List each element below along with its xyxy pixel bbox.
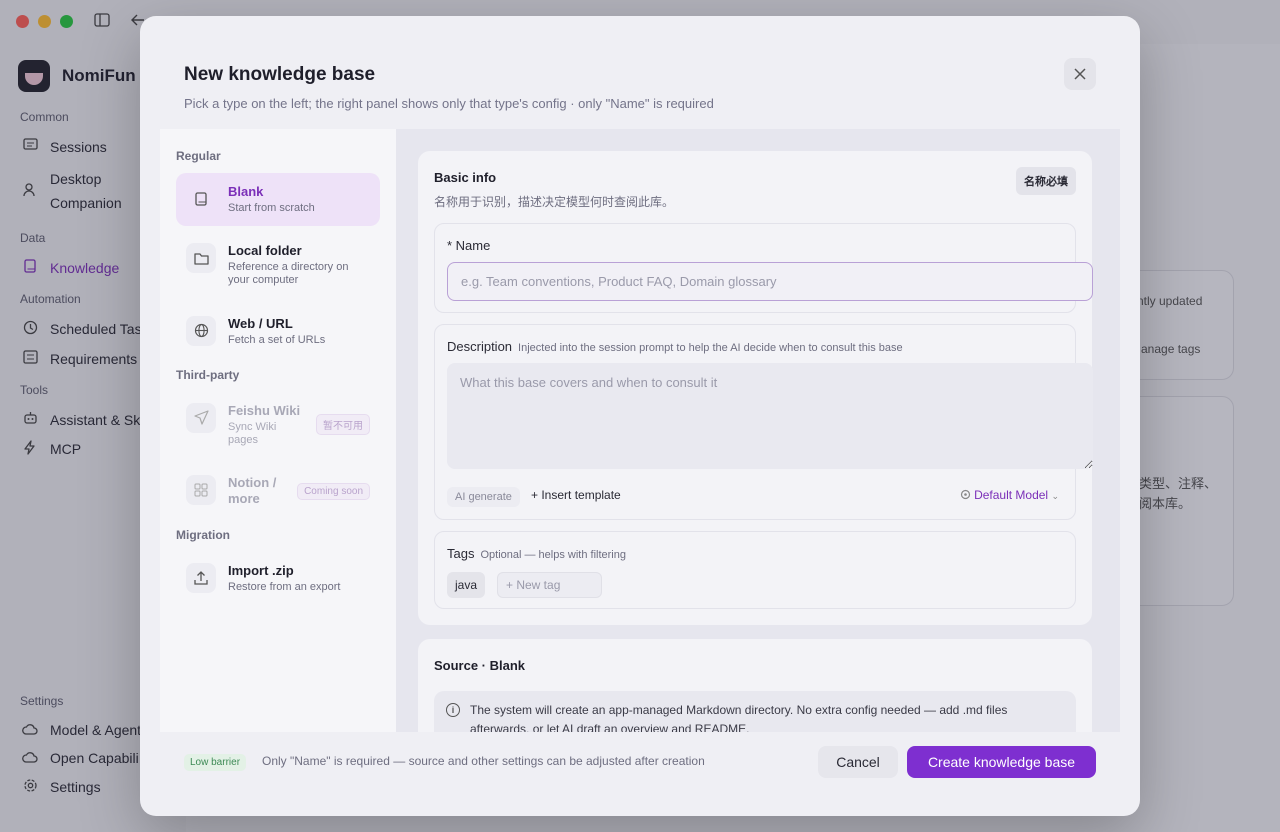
globe-icon	[186, 315, 216, 346]
name-required-badge: 名称必填	[1016, 167, 1076, 195]
name-section: * Name	[434, 223, 1093, 313]
tags-label-row: Tags Optional — helps with filtering	[447, 546, 626, 561]
tags-hint: Optional — helps with filtering	[480, 549, 626, 561]
config-panel: Basic info 名称用于识别，描述决定模型何时查阅此库。 名称必填 * N…	[396, 129, 1120, 732]
type-item-notion: Notion / more Coming soon	[176, 464, 380, 518]
model-icon	[960, 489, 970, 500]
new-knowledge-base-dialog: New knowledge base Pick a type on the le…	[140, 16, 1140, 816]
coming-soon-badge: Coming soon	[297, 482, 370, 500]
source-card: Source · Blank i The system will create …	[418, 639, 1092, 732]
description-hint: Injected into the session prompt to help…	[518, 342, 903, 354]
type-desc: Sync Wiki pages	[228, 420, 277, 446]
tags-label: Tags	[447, 546, 475, 561]
grid-icon	[186, 475, 216, 506]
chevron-down-icon: ⌄	[1051, 491, 1059, 501]
info-icon: i	[446, 703, 460, 717]
source-info-text: The system will create an app-managed Ma…	[470, 703, 1008, 732]
dialog-title: New knowledge base	[184, 64, 376, 85]
type-name: Web / URL	[228, 315, 293, 331]
description-label-row: Description Injected into the session pro…	[447, 339, 903, 354]
source-info-box: i The system will create an app-managed …	[434, 691, 1076, 732]
name-input[interactable]	[447, 262, 1093, 301]
book-icon	[186, 184, 216, 214]
new-tag-input[interactable]	[497, 572, 602, 598]
type-item-web-url[interactable]: Web / URL Fetch a set of URLs	[176, 305, 380, 358]
ai-generate-button[interactable]: AI generate	[447, 487, 520, 507]
dialog-footer: Low barrier Only "Name" is required — so…	[160, 732, 1120, 792]
basic-info-title: Basic info	[434, 170, 497, 185]
model-label: Default Model	[974, 488, 1049, 502]
type-name: Local folder	[228, 243, 302, 259]
type-name: Import .zip	[228, 563, 294, 579]
type-name: Feishu Wiki	[228, 402, 301, 418]
description-section: Description Injected into the session pro…	[434, 324, 1093, 520]
basic-info-card: Basic info 名称用于识别，描述决定模型何时查阅此库。 名称必填 * N…	[418, 151, 1093, 625]
tags-section: Tags Optional — helps with filtering java	[434, 531, 1076, 609]
description-label: Description	[447, 339, 513, 354]
type-item-local-folder[interactable]: Local folder Reference a directory on yo…	[176, 232, 380, 298]
type-item-feishu-wiki: Feishu Wiki Sync Wiki pages 暂不可用	[176, 392, 380, 458]
close-icon	[1074, 68, 1086, 80]
model-select[interactable]: Default Model ⌄	[960, 488, 1059, 502]
type-desc: Start from scratch	[228, 202, 315, 214]
upload-icon	[186, 563, 216, 594]
close-button[interactable]	[1064, 58, 1096, 90]
type-name: Notion / more	[228, 475, 277, 507]
cancel-button[interactable]: Cancel	[818, 746, 898, 778]
unavailable-badge: 暂不可用	[316, 414, 370, 436]
type-name: Blank	[228, 184, 264, 199]
send-icon	[186, 402, 216, 433]
description-textarea[interactable]	[447, 363, 1093, 469]
type-item-import-zip[interactable]: Import .zip Restore from an export	[176, 552, 380, 605]
type-desc: Reference a directory on your computer	[228, 261, 349, 287]
type-desc: Fetch a set of URLs	[228, 333, 326, 346]
insert-template-button[interactable]: + Insert template	[531, 488, 621, 502]
basic-info-desc: 名称用于识别，描述决定模型何时查阅此库。	[434, 195, 675, 209]
type-desc: Restore from an export	[228, 581, 341, 594]
folder-icon	[186, 243, 216, 274]
dialog-header: New knowledge base Pick a type on the le…	[140, 16, 1140, 129]
create-knowledge-base-button[interactable]: Create knowledge base	[907, 746, 1096, 778]
dialog-subtitle: Pick a type on the left; the right panel…	[184, 96, 714, 111]
tag-chip[interactable]: java	[447, 572, 486, 598]
source-title: Source · Blank	[434, 658, 526, 673]
group-label-third-party: Third-party	[176, 367, 240, 382]
footer-note: Only "Name" is required — source and oth…	[262, 754, 705, 768]
type-list: Regular Blank Start from scratch Local f…	[160, 129, 396, 732]
name-label: * Name	[447, 238, 491, 253]
type-item-blank[interactable]: Blank Start from scratch	[176, 173, 380, 227]
low-barrier-badge: Low barrier	[184, 754, 247, 771]
group-label-regular: Regular	[176, 149, 221, 163]
group-label-migration: Migration	[176, 528, 230, 543]
